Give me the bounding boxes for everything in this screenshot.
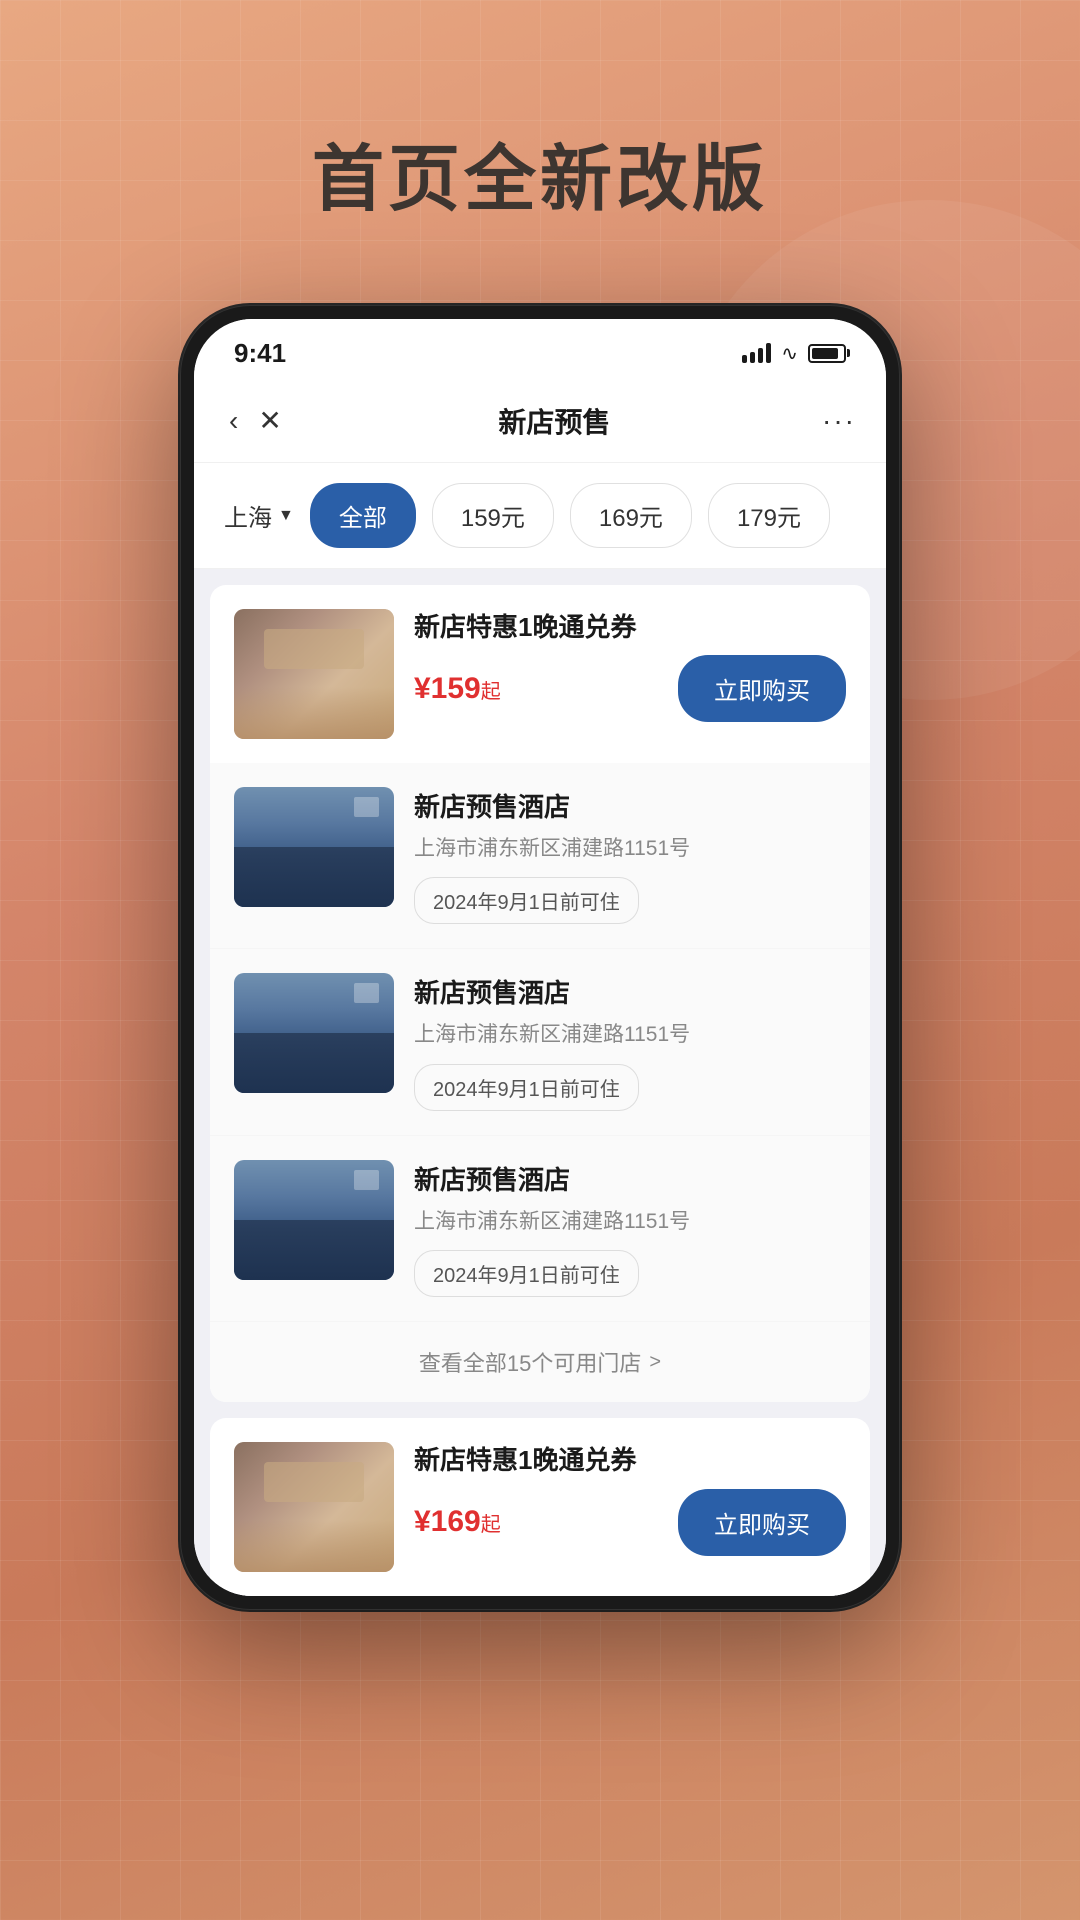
price-suffix-1: 起 — [481, 681, 501, 703]
hotel-name-3: 新店预售酒店 — [414, 1160, 846, 1197]
hotel-thumb-3 — [234, 1160, 394, 1280]
battery-icon — [808, 344, 846, 363]
city-label: 上海 — [224, 498, 272, 533]
hotel-list-item-2: 新店预售酒店 上海市浦东新区浦建路1151号 2024年9月1日前可住 — [210, 949, 870, 1135]
filter-bar: 上海 ▼ 全部 159元 169元 179元 — [194, 463, 886, 569]
filter-159-btn[interactable]: 159元 — [432, 483, 554, 548]
product-image-2 — [234, 1442, 394, 1572]
price-suffix-2: 起 — [481, 1514, 501, 1536]
product-info-2: 新店特惠1晚通兑券 ¥169起 立即购买 — [414, 1442, 846, 1555]
nav-title: 新店预售 — [287, 401, 822, 441]
hotel-address-3: 上海市浦东新区浦建路1151号 — [414, 1207, 846, 1236]
hotel-address-1: 上海市浦东新区浦建路1151号 — [414, 834, 846, 863]
hotel-list-item-1: 新店预售酒店 上海市浦东新区浦建路1151号 2024年9月1日前可住 — [210, 763, 870, 949]
buy-button-1[interactable]: 立即购买 — [678, 655, 846, 722]
phone-screen: 9:41 ∿ ‹ ✕ 新店预售 — [194, 319, 886, 1596]
hotel-list-container: 新店预售酒店 上海市浦东新区浦建路1151号 2024年9月1日前可住 — [210, 763, 870, 1402]
city-dropdown-arrow: ▼ — [278, 507, 294, 525]
phone-frame: 9:41 ∿ ‹ ✕ 新店预售 — [180, 305, 900, 1610]
product-title-1: 新店特惠1晚通兑券 — [414, 609, 846, 645]
hotel-name-2: 新店预售酒店 — [414, 973, 846, 1010]
product-card-1: 新店特惠1晚通兑券 ¥159起 立即购买 — [210, 585, 870, 1402]
filter-179-btn[interactable]: 179元 — [708, 483, 830, 548]
phone-mockup: 9:41 ∿ ‹ ✕ 新店预售 — [180, 305, 900, 1610]
filter-all-btn[interactable]: 全部 — [310, 483, 416, 548]
close-button[interactable]: ✕ — [253, 399, 286, 442]
hotel-date-2: 2024年9月1日前可住 — [414, 1064, 639, 1111]
nav-bar: ‹ ✕ 新店预售 ··· — [194, 379, 886, 463]
product-price-2: ¥169起 — [414, 1505, 501, 1539]
hotel-thumb-1 — [234, 787, 394, 907]
hotel-list-item-3: 新店预售酒店 上海市浦东新区浦建路1151号 2024年9月1日前可住 — [210, 1136, 870, 1322]
view-all-text: 查看全部15个可用门店 — [419, 1346, 641, 1378]
hotel-details-1: 新店预售酒店 上海市浦东新区浦建路1151号 2024年9月1日前可住 — [414, 787, 846, 924]
status-bar: 9:41 ∿ — [194, 319, 886, 379]
hotel-thumb-2 — [234, 973, 394, 1093]
more-button[interactable]: ··· — [822, 405, 856, 437]
page-headline: 首页全新改版 — [312, 120, 768, 225]
status-icons: ∿ — [742, 341, 846, 366]
hotel-date-1: 2024年9月1日前可住 — [414, 877, 639, 924]
price-value-1: ¥159 — [414, 672, 481, 705]
hotel-details-3: 新店预售酒店 上海市浦东新区浦建路1151号 2024年9月1日前可住 — [414, 1160, 846, 1297]
hotel-details-2: 新店预售酒店 上海市浦东新区浦建路1151号 2024年9月1日前可住 — [414, 973, 846, 1110]
product-info-1: 新店特惠1晚通兑券 ¥159起 立即购买 — [414, 609, 846, 722]
signal-icon — [742, 343, 771, 363]
product-main-section-2: 新店特惠1晚通兑券 ¥169起 立即购买 — [210, 1418, 870, 1596]
product-title-2: 新店特惠1晚通兑券 — [414, 1442, 846, 1478]
back-button[interactable]: ‹ — [224, 400, 243, 442]
view-all-arrow: > — [649, 1351, 661, 1374]
city-selector[interactable]: 上海 ▼ — [224, 498, 294, 533]
product-image-1 — [234, 609, 394, 739]
wifi-icon: ∿ — [781, 341, 798, 366]
price-value-2: ¥169 — [414, 1505, 481, 1538]
filter-169-btn[interactable]: 169元 — [570, 483, 692, 548]
product-price-1: ¥159起 — [414, 672, 501, 706]
buy-button-2[interactable]: 立即购买 — [678, 1489, 846, 1556]
status-time: 9:41 — [234, 338, 286, 369]
view-all-link[interactable]: 查看全部15个可用门店 > — [210, 1322, 870, 1402]
hotel-name-1: 新店预售酒店 — [414, 787, 846, 824]
product-main-section: 新店特惠1晚通兑券 ¥159起 立即购买 — [210, 585, 870, 763]
hotel-date-3: 2024年9月1日前可住 — [414, 1250, 639, 1297]
product-card-2: 新店特惠1晚通兑券 ¥169起 立即购买 — [210, 1418, 870, 1596]
hotel-address-2: 上海市浦东新区浦建路1151号 — [414, 1020, 846, 1049]
content-area: 新店特惠1晚通兑券 ¥159起 立即购买 — [194, 569, 886, 1596]
